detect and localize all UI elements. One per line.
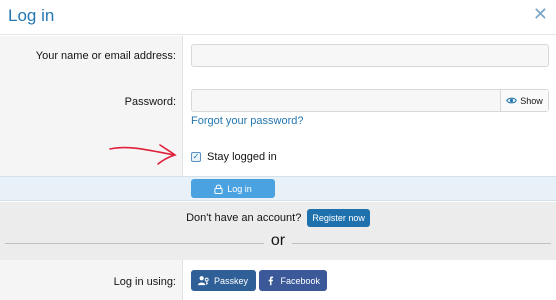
register-line: Don't have an account? Register now [0,209,556,227]
stay-logged-in-label: Stay logged in [207,151,277,163]
username-input[interactable] [191,44,549,67]
register-area: Don't have an account? Register now or [0,202,556,260]
stay-logged-in-checkbox[interactable]: ✓ Stay logged in [191,151,277,163]
lock-icon [214,183,223,194]
submit-bar: Log in [0,176,556,201]
password-label: Password: [124,96,176,108]
passkey-icon [198,276,209,286]
facebook-icon [268,276,274,286]
login-button[interactable]: Log in [191,179,275,198]
dialog-title: Log in [8,6,55,25]
facebook-button[interactable]: Facebook [259,270,327,291]
dialog-header: Log in ✕ [0,0,556,35]
forgot-password-link[interactable]: Forgot your password? [191,115,304,127]
hand-drawn-arrow [109,144,177,165]
label-column: Your name or email address: [0,36,183,79]
username-row: Your name or email address: [0,36,556,79]
login-button-label: Log in [227,183,252,194]
close-icon[interactable]: ✕ [533,4,548,24]
show-password-label: Show [520,95,543,106]
checkbox-checked-icon: ✓ [191,152,201,162]
divider-or-text: or [264,232,292,250]
passkey-button[interactable]: Passkey [191,270,256,291]
social-login-label: Log in using: [113,276,176,288]
register-prompt: Don't have an account? [186,212,302,224]
facebook-label: Facebook [280,275,320,286]
username-label: Your name or email address: [35,50,176,62]
password-field: Show [191,89,549,112]
passkey-label: Passkey [214,275,249,286]
register-button[interactable]: Register now [307,209,370,227]
show-password-button[interactable]: Show [500,90,548,111]
password-input[interactable] [192,90,501,111]
eye-icon [506,97,518,104]
label-column: Log in using: [0,260,183,300]
